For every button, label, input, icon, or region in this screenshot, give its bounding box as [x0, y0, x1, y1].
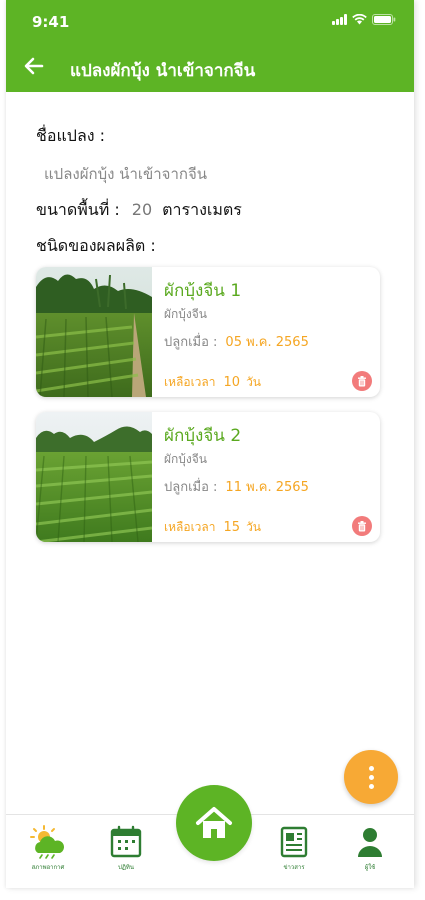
- planted-label: ปลูกเมื่อ :: [164, 480, 218, 495]
- user-icon: [358, 828, 382, 857]
- status-icons: [332, 14, 396, 25]
- planted-date-row: ปลูกเมื่อ : 05 พ.ค. 2565: [164, 331, 309, 352]
- crop-photo: [36, 267, 152, 397]
- trash-icon[interactable]: [352, 516, 372, 536]
- crop-type: ผักบุ้งจีน: [164, 307, 208, 321]
- planted-date: 05 พ.ค. 2565: [225, 335, 309, 350]
- nav-profile-label: ผู้ใช้: [364, 864, 376, 871]
- plot-name-label: ชื่อแปลง :: [36, 126, 106, 145]
- crop-card[interactable]: ผักบุ้งจีน 1 ผักบุ้งจีน ปลูกเมื่อ : 05 พ.…: [36, 267, 380, 397]
- plot-name-value: แปลงผักบุ้ง นำเข้าจากจีน: [44, 165, 208, 183]
- home-icon[interactable]: [176, 785, 252, 861]
- battery-icon: [372, 14, 396, 25]
- remaining-time-row: เหลือเวลา 15 วัน: [164, 518, 261, 537]
- trash-icon[interactable]: [352, 371, 372, 391]
- wifi-icon: [352, 14, 367, 25]
- crop-photo: [36, 412, 152, 542]
- status-time: 9:41: [32, 13, 70, 31]
- more-vert-icon[interactable]: [344, 750, 398, 804]
- crop-name: ผักบุ้งจีน 1: [164, 281, 242, 301]
- remaining-value: 15: [223, 520, 241, 535]
- remaining-time-row: เหลือเวลา 10 วัน: [164, 373, 261, 392]
- nav-weather[interactable]: สภาพอากาศ: [18, 825, 78, 872]
- planted-label: ปลูกเมื่อ :: [164, 335, 218, 350]
- signal-icon: [332, 14, 347, 25]
- arrow-left-icon[interactable]: [22, 54, 46, 78]
- remaining-label: เหลือเวลา: [164, 520, 216, 534]
- weather-icon: [30, 825, 64, 859]
- crop-card[interactable]: ผักบุ้งจีน 2 ผักบุ้งจีน ปลูกเมื่อ : 11 พ.…: [36, 412, 380, 542]
- bottom-nav: สภาพอากาศ ปฏิทิน ข่าวสาร ผู้ใช้: [6, 785, 414, 888]
- nav-weather-label: สภาพอากาศ: [31, 864, 65, 871]
- remaining-value: 10: [223, 375, 241, 390]
- planted-date-row: ปลูกเมื่อ : 11 พ.ค. 2565: [164, 476, 309, 497]
- planted-date: 11 พ.ค. 2565: [225, 480, 309, 495]
- crop-type: ผักบุ้งจีน: [164, 452, 208, 466]
- calendar-icon: [110, 825, 142, 858]
- plot-area-value: 20: [131, 200, 153, 219]
- plot-area-row: ขนาดพื้นที่ : 20 ตารางเมตร: [36, 198, 242, 223]
- nav-calendar[interactable]: ปฏิทิน: [96, 825, 156, 872]
- app-bar: 9:41 แปลงผักบุ้ง นำเข้าจากจีน: [6, 0, 414, 92]
- nav-news[interactable]: ข่าวสาร: [264, 825, 324, 872]
- page-title: แปลงผักบุ้ง นำเข้าจากจีน: [70, 61, 256, 81]
- product-type-label: ชนิดของผลผลิต :: [36, 236, 156, 255]
- remaining-unit: วัน: [246, 520, 262, 534]
- news-icon: [280, 826, 308, 858]
- nav-news-label: ข่าวสาร: [283, 864, 305, 871]
- plot-area-label: ขนาดพื้นที่ :: [36, 200, 120, 219]
- remaining-unit: วัน: [246, 375, 262, 389]
- nav-calendar-label: ปฏิทิน: [118, 864, 134, 871]
- plot-area-unit: ตารางเมตร: [162, 200, 242, 219]
- crop-name: ผักบุ้งจีน 2: [164, 426, 242, 446]
- nav-profile[interactable]: ผู้ใช้: [340, 825, 400, 872]
- phone-screen: 9:41 แปลงผักบุ้ง นำเข้าจากจีน ชื่อแปลง :…: [6, 0, 414, 888]
- remaining-label: เหลือเวลา: [164, 375, 216, 389]
